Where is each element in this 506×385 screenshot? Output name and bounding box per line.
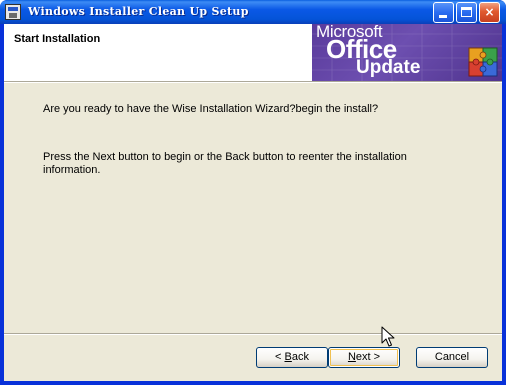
- footer-divider: [4, 333, 502, 335]
- installer-app-icon[interactable]: [5, 4, 21, 20]
- title-bar[interactable]: Windows Installer Clean Up Setup ×: [0, 0, 506, 24]
- back-button-label: ack: [291, 351, 309, 363]
- next-button-mnemonic: N: [347, 351, 356, 363]
- minimize-button[interactable]: [433, 2, 454, 23]
- dialog-client-area: Start Installation Microsoft Office Upda…: [4, 24, 502, 381]
- close-icon: ×: [484, 5, 495, 19]
- banner-update-text: Update: [356, 57, 421, 78]
- maximize-button[interactable]: [456, 2, 477, 23]
- instructions-text: Press the Next button to begin or the Ba…: [43, 151, 407, 176]
- wizard-header: Start Installation Microsoft Office Upda…: [4, 24, 502, 81]
- page-title: Start Installation: [14, 33, 101, 45]
- ready-question-text: Are you ready to have the Wise Installat…: [43, 103, 379, 115]
- next-button[interactable]: Next >: [328, 347, 400, 368]
- window-border-bottom: [0, 381, 506, 385]
- window-border-right: [502, 24, 506, 385]
- office-update-banner: Microsoft Office Update: [312, 24, 502, 81]
- next-button-label: ext: [355, 351, 371, 363]
- header-divider: [4, 81, 502, 83]
- maximize-icon: [461, 7, 472, 17]
- window-title: Windows Installer Clean Up Setup: [28, 5, 249, 18]
- back-button-prefix: <: [275, 351, 285, 363]
- cancel-button[interactable]: Cancel: [416, 347, 488, 368]
- close-button[interactable]: ×: [479, 2, 500, 23]
- back-button[interactable]: < Back: [256, 347, 328, 368]
- office-puzzle-logo-icon: [468, 47, 498, 77]
- setup-window: Windows Installer Clean Up Setup × Start…: [0, 0, 506, 385]
- next-button-suffix: >: [370, 351, 381, 363]
- mouse-pointer-icon: [381, 326, 395, 347]
- minimize-icon: [439, 15, 447, 18]
- back-button-mnemonic: B: [284, 351, 292, 363]
